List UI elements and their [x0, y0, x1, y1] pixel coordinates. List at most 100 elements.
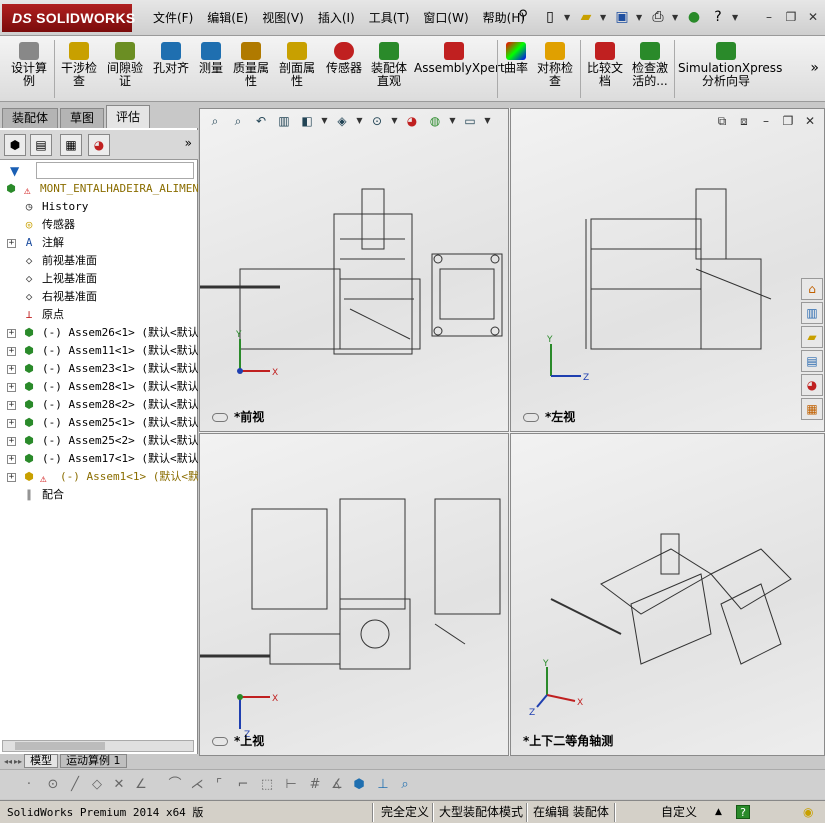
print-dropdown-icon[interactable]: ▼ [672, 13, 680, 22]
expand-toggle-icon[interactable]: + [7, 473, 16, 482]
print-icon[interactable]: ⎙ [648, 6, 668, 28]
edit-appearance-icon[interactable]: ◕ [403, 112, 421, 130]
offset-icon[interactable]: ⌒ [166, 776, 184, 794]
mirror-icon[interactable]: ⋌ [188, 776, 206, 794]
help-dropdown-icon[interactable]: ▼ [732, 13, 740, 22]
save-icon[interactable]: ▣ [612, 6, 632, 28]
view-settings-icon[interactable]: ▭ [461, 112, 479, 130]
menu-insert[interactable]: 插入(I) [311, 9, 362, 27]
tree-item-component[interactable]: + ⬢ (-) Assem26<1> (默认<默认_ [0, 324, 198, 342]
grid-icon[interactable]: # [306, 776, 324, 794]
tree-item[interactable]: ◷ History [0, 198, 198, 216]
clearance-verification-button[interactable]: 间隙验 证 [104, 42, 146, 88]
design-table-button[interactable]: 设计算 例 [8, 42, 50, 88]
scrollbar-thumb[interactable] [15, 742, 105, 750]
expand-toggle-icon[interactable]: + [7, 455, 16, 464]
viewport-minimize-icon[interactable]: – [758, 113, 774, 129]
fillet-icon[interactable]: ⌜ [210, 776, 228, 794]
expand-toggle-icon[interactable]: + [7, 365, 16, 374]
view-orientation-dropdown-icon[interactable]: ▼ [321, 112, 328, 130]
display-style-icon[interactable]: ◈ [333, 112, 351, 130]
menu-tools[interactable]: 工具(T) [362, 9, 417, 27]
apply-scene-dropdown-icon[interactable]: ▼ [449, 112, 456, 130]
viewport-left[interactable]: Y Z *左视 ⧉ ⧈ – ❐ ✕ [510, 108, 825, 432]
viewport-close-icon[interactable]: ✕ [802, 113, 818, 129]
symmetry-check-button[interactable]: 对称检 查 [534, 42, 576, 88]
close-icon[interactable]: ✕ [805, 9, 821, 25]
unit-system-dropdown-icon[interactable]: ▲ [712, 804, 725, 821]
hide-show-items-icon[interactable]: ⊙ [368, 112, 386, 130]
viewport-top[interactable]: X Z *上视 [199, 433, 509, 756]
tree-root-assembly[interactable]: ⬢ ⚠ MONT_ENTALHADEIRA_ALIMENTA [0, 180, 198, 198]
viewport-tile-alt-icon[interactable]: ⧈ [736, 113, 752, 129]
tree-item-component[interactable]: + ⬢ (-) Assem11<1> (默认<默认_ [0, 342, 198, 360]
configurationmanager-tab-icon[interactable]: ▦ [60, 134, 82, 156]
open-dropdown-icon[interactable]: ▼ [600, 13, 608, 22]
curvature-button[interactable]: 曲率 [500, 42, 532, 75]
expand-toggle-icon[interactable]: + [7, 383, 16, 392]
view-orientation-icon[interactable]: ◧ [298, 112, 316, 130]
tree-item-component[interactable]: + ⬢ (-) Assem17<1> (默认<默认_ [0, 450, 198, 468]
tree-item[interactable]: ◎ 传感器 [0, 216, 198, 234]
zoom-to-area-icon[interactable]: ⌕ [229, 112, 247, 130]
quick-snaps-icon[interactable]: ⌕ [396, 776, 414, 794]
expand-toggle-icon[interactable]: + [7, 347, 16, 356]
assemblyxpert-button[interactable]: AssemblyXpert [414, 42, 505, 75]
menu-file[interactable]: 文件(F) [146, 9, 200, 27]
view-palette-icon[interactable]: ▤ [801, 350, 823, 372]
tree-item-component[interactable]: + ⬢ (-) Assem28<1> (默认<默认_ [0, 378, 198, 396]
expand-panel-icon[interactable]: » [185, 136, 192, 150]
view-settings-dropdown-icon[interactable]: ▼ [484, 112, 491, 130]
menu-view[interactable]: 视图(V) [255, 9, 311, 27]
3d-sketch-icon[interactable]: ⬢ [350, 776, 368, 794]
more-commands-icon[interactable]: » [810, 60, 819, 76]
design-library-icon[interactable]: ▥ [801, 302, 823, 324]
viewport-isometric[interactable]: Y X Z *上下二等角轴测 [510, 433, 825, 756]
open-folder-icon[interactable]: ▰ [576, 6, 596, 28]
unit-system[interactable]: 自定义 [658, 804, 700, 821]
solidworks-resources-icon[interactable]: ⌂ [801, 278, 823, 300]
display-style-dropdown-icon[interactable]: ▼ [356, 112, 363, 130]
minimize-icon[interactable]: – [761, 9, 777, 25]
tree-horizontal-scrollbar[interactable] [2, 740, 194, 752]
previous-view-icon[interactable]: ↶ [252, 112, 270, 130]
filter-icon[interactable]: ▼ [10, 164, 19, 178]
tree-item[interactable]: ◇ 上视基准面 [0, 270, 198, 288]
tree-item[interactable]: ◇ 前视基准面 [0, 252, 198, 270]
save-dropdown-icon[interactable]: ▼ [636, 13, 644, 22]
tree-item[interactable]: + A 注解 [0, 234, 198, 252]
expand-toggle-icon[interactable]: + [7, 437, 16, 446]
file-explorer-icon[interactable]: ▰ [801, 326, 823, 348]
rectangle-icon[interactable]: ⬚ [258, 776, 276, 794]
compare-documents-button[interactable]: 比较文 档 [584, 42, 626, 88]
viewport-tile-icon[interactable]: ⧉ [714, 113, 730, 129]
line-icon[interactable]: ╱ [66, 776, 84, 794]
tree-item-component[interactable]: + ⬢ (-) Assem25<2> (默认<默认_ [0, 432, 198, 450]
zoom-to-fit-icon[interactable]: ⌕ [206, 112, 224, 130]
tab-assembly[interactable]: 装配体 [2, 108, 59, 128]
rebuild-icon[interactable]: ● [684, 6, 704, 28]
tree-item[interactable]: ∥ 配合 [0, 486, 198, 504]
solidworks-logo[interactable]: DS SOLIDWORKS [2, 4, 135, 32]
corner-rectangle-icon[interactable]: ⌐ [234, 776, 252, 794]
restore-icon[interactable]: ❐ [783, 9, 799, 25]
expand-toggle-icon[interactable]: + [7, 419, 16, 428]
viewport-front[interactable]: Y X *前视 ⌕ ⌕ ↶ ▥ ◧ ▼ ◈ ▼ ⊙ ▼ ◕ ◍ ▼ ▭ ▼ [199, 108, 509, 432]
sensor-button[interactable]: 传感器 [322, 42, 366, 75]
hide-show-dropdown-icon[interactable]: ▼ [391, 112, 398, 130]
tab-evaluate[interactable]: 评估 [106, 105, 151, 128]
sketch-plane-icon[interactable]: ⊥ [374, 776, 392, 794]
tab-sketch[interactable]: 草图 [60, 108, 105, 128]
quick-tips-icon[interactable]: ? [736, 805, 750, 819]
apply-scene-icon[interactable]: ◍ [426, 112, 444, 130]
tree-item-component[interactable]: + ⬢ (-) Assem25<1> (默认<默认_ [0, 414, 198, 432]
tab-motion-study[interactable]: 运动算例 1 [60, 754, 127, 768]
tab-nav-first-icon[interactable]: ◂◂ [4, 757, 12, 766]
viewport-restore-icon[interactable]: ❐ [780, 113, 796, 129]
mass-properties-button[interactable]: 质量属 性 [230, 42, 272, 88]
menu-window[interactable]: 窗口(W) [416, 9, 475, 27]
custom-properties-icon[interactable]: ▦ [801, 398, 823, 420]
measure-button[interactable]: 测量 [196, 42, 226, 75]
tree-item-component[interactable]: + ⬢ (-) Assem28<2> (默认<默认_ [0, 396, 198, 414]
polygon-icon[interactable]: ◇ [88, 776, 106, 794]
